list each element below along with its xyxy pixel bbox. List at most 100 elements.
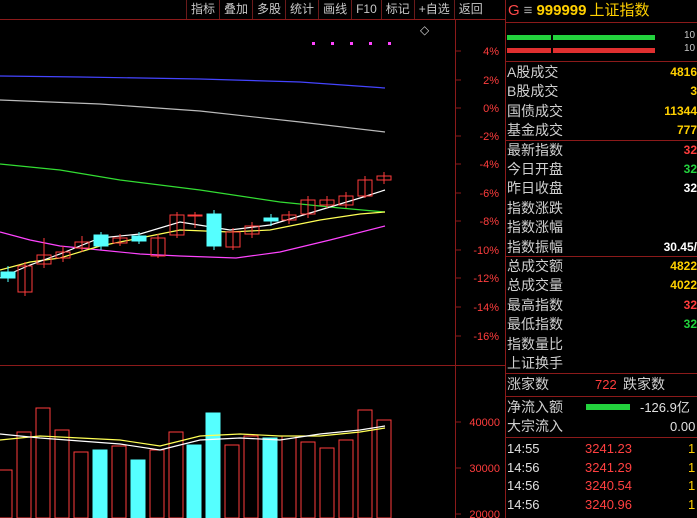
pct-label: -8% — [479, 216, 499, 228]
net-inflow-bar — [586, 404, 630, 410]
green-bar-right — [553, 35, 655, 40]
quote-row-label: 最低指数 — [507, 316, 563, 333]
quote-row-label: 总成交额 — [507, 258, 563, 274]
pct-label: 4% — [483, 46, 499, 58]
back-button[interactable]: 返回 — [453, 0, 487, 19]
pct-label: 0% — [483, 103, 499, 115]
candle-body — [0, 271, 16, 279]
pct-label: -14% — [473, 302, 499, 314]
volume-bar — [92, 449, 108, 518]
volume-ma10-line — [0, 427, 386, 447]
quote-row-value: 32 — [683, 317, 697, 332]
candle-body — [93, 234, 109, 247]
f10-button[interactable]: F10 — [351, 0, 381, 19]
down-count-label: 跌家数 — [623, 376, 665, 392]
quote-row: 最新指数 32 — [506, 141, 697, 160]
pct-label: -6% — [479, 188, 499, 200]
ma-long-gray-line — [0, 99, 386, 133]
indicator-button[interactable]: 指标 — [186, 0, 219, 19]
quote-row: 指数振幅 30.45/ — [506, 238, 697, 257]
multi-stock-button[interactable]: 多股 — [252, 0, 285, 19]
volume-bar — [149, 449, 165, 518]
volume-bar — [54, 429, 70, 518]
tick-price: 3241.29 — [585, 459, 632, 475]
updown-row: 涨家数 722 跌家数 — [506, 375, 697, 394]
tick-row: 14:56 3240.96 1 — [506, 495, 697, 514]
quote-panel: G ≡ 999999 上证指数 10 10 A股成交 4816 B股成交 3 国债成交 1134… — [506, 0, 697, 518]
volume-bar — [319, 447, 335, 518]
quote-row-value: 32 — [683, 181, 697, 196]
pct-label: -10% — [473, 245, 499, 257]
volume-bar — [376, 419, 392, 518]
panel-title: G ≡ 999999 上证指数 — [506, 0, 697, 23]
volume-label: 40000 — [469, 417, 500, 429]
tick-price: 3240.25 — [585, 513, 632, 518]
volume-label: 20000 — [469, 509, 500, 518]
quote-row: 指数涨幅 — [506, 218, 697, 237]
marker-dot — [388, 42, 391, 45]
net-inflow-value: -126.9亿 — [640, 400, 690, 415]
volume-bar — [0, 469, 13, 518]
tick-time: 14:56 — [507, 459, 540, 475]
overlay-button[interactable]: 叠加 — [219, 0, 252, 19]
quote-row-value: 32 — [683, 142, 697, 157]
menu-icon[interactable]: ≡ — [524, 2, 533, 19]
quote-row: 昨日收盘 32 — [506, 179, 697, 198]
quote-row-value: 777 — [676, 123, 697, 138]
quote-row-value: 4816 — [670, 65, 697, 79]
tick-price: 3241.23 — [585, 441, 632, 456]
quote-row: 国债成交 11344 — [506, 102, 697, 121]
marker-dot — [369, 42, 372, 45]
pct-label: -16% — [473, 331, 499, 343]
candle-body — [187, 214, 203, 217]
quote-row-label: 最新指数 — [507, 141, 563, 158]
quote-row: 上证换手 — [506, 354, 697, 373]
quote-row: A股成交 4816 — [506, 63, 697, 82]
statistics-button[interactable]: 统计 — [285, 0, 318, 19]
quote-row-value: 3 — [690, 84, 697, 99]
quote-row-label: 最高指数 — [507, 296, 563, 313]
draw-line-button[interactable]: 画线 — [318, 0, 351, 19]
mark-button[interactable]: 标记 — [380, 0, 414, 19]
index-code: 999999 — [536, 2, 587, 19]
tick-vol: 1 — [688, 478, 696, 493]
green-bar-left — [507, 35, 551, 40]
volume-bar — [281, 435, 297, 518]
tick-time: 14:56 — [507, 496, 540, 512]
tick-vol: 1 — [688, 513, 695, 518]
quote-row-label: 指数量比 — [507, 335, 563, 352]
pct-label: 2% — [483, 75, 499, 87]
block-inflow-row: 大宗流入 0.00 — [506, 417, 697, 436]
quote-row: 今日开盘 32 — [506, 160, 697, 179]
block-inflow-label: 大宗流入 — [507, 418, 563, 434]
volume-bar — [262, 437, 278, 518]
quote-row-label: 指数涨幅 — [507, 219, 563, 236]
volume-bar — [243, 435, 259, 518]
tick-time: 14:55 — [507, 441, 540, 456]
candle-body — [131, 235, 147, 242]
red-bar-right — [553, 48, 655, 53]
quote-row-label: B股成交 — [507, 83, 559, 100]
quote-row: 总成交额 4822 — [506, 257, 697, 276]
quote-row: 指数量比 — [506, 335, 697, 354]
tick-vol: 1 — [688, 441, 696, 456]
quote-row-label: 指数振幅 — [507, 238, 563, 255]
group-badge[interactable]: G — [508, 2, 520, 19]
quote-row-label: A股成交 — [507, 64, 559, 80]
ma-long-blue-line — [0, 75, 386, 89]
chart-toolbar: 指标 叠加 多股 统计 画线 F10 标记 +自选 返回 — [186, 0, 487, 19]
pct-label: -12% — [473, 273, 499, 285]
tick-vol: 1 — [688, 496, 696, 512]
quote-row: 基金成交 777 — [506, 121, 697, 140]
block-inflow-value: 0.00 — [670, 419, 696, 434]
tick-time: 14:56 — [507, 513, 540, 518]
quote-row-value: 30.45/ — [663, 239, 697, 254]
volume-bar — [300, 441, 316, 518]
tick-row: 14:56 3241.29 1 — [506, 458, 697, 477]
tick-time: 14:56 — [507, 478, 540, 493]
add-watchlist-button[interactable]: +自选 — [413, 0, 454, 19]
quote-row: 最高指数 32 — [506, 296, 697, 315]
quote-row-value: 4822 — [670, 259, 697, 273]
diamond-icon: ◇ — [420, 23, 430, 37]
candle-body — [206, 213, 222, 247]
